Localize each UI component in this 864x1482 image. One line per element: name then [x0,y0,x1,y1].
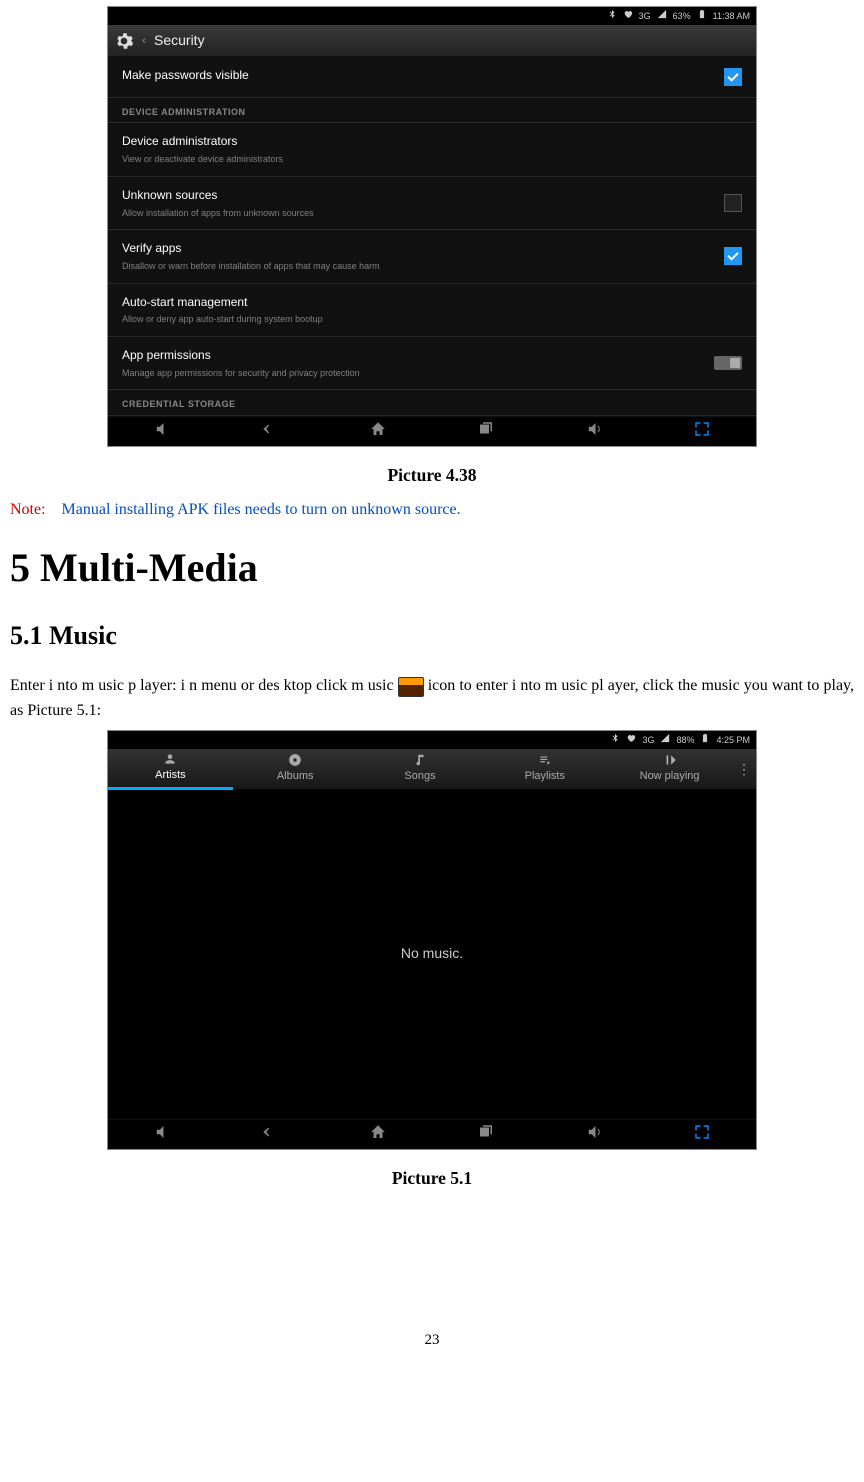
tab-artists[interactable]: Artists [108,748,233,790]
row-make-passwords-visible[interactable]: Make passwords visible [108,57,756,98]
paragraph-music-intro: Enter i nto m usic p layer: i n menu or … [10,674,854,724]
signal-icon [660,733,670,747]
battery-percent: 63% [673,10,691,23]
battery-icon [700,733,710,747]
bluetooth-icon [607,9,617,23]
section-credential-storage: CREDENTIAL STORAGE [108,390,756,416]
volume-down-icon[interactable] [143,416,181,447]
tab-songs[interactable]: Songs [358,749,483,788]
screenshot-music: 3G 88% 4:25 PM Artists Albums Songs [107,730,757,1150]
section-device-admin: DEVICE ADMINISTRATION [108,98,756,124]
volume-up-icon[interactable] [575,416,613,447]
row-label: Unknown sources [122,187,314,204]
row-subtitle: Allow or deny app auto-start during syst… [122,313,323,326]
home-icon[interactable] [359,416,397,447]
nav-bar [108,1119,756,1149]
network-type: 3G [639,10,651,23]
music-tabs: Artists Albums Songs Playlists Now playi… [108,749,756,789]
overflow-menu-icon[interactable]: ⋮ [732,763,756,775]
list-icon [538,753,552,767]
tab-albums[interactable]: Albums [233,749,358,788]
note-icon [413,753,427,767]
network-type: 3G [642,734,654,747]
checkbox-off-icon[interactable] [724,194,742,212]
toggle-switch[interactable] [714,356,742,370]
gear-icon[interactable] [114,31,134,51]
page-title: Security [154,31,205,51]
status-bar: 3G 63% 11:38 AM [108,7,756,25]
screenshot-icon[interactable] [683,416,721,447]
row-label: Auto-start management [122,294,323,311]
row-label: Verify apps [122,240,380,257]
tab-label: Songs [404,769,435,784]
music-empty-body: No music. [108,789,756,1119]
row-auto-start[interactable]: Auto-start management Allow or deny app … [108,284,756,337]
tab-label: Artists [155,768,186,783]
note-line: Note: Manual installing APK files needs … [10,499,854,521]
row-label: Device administrators [122,133,283,150]
para-text-a: Enter i nto m usic p layer: i n menu or … [10,677,398,694]
person-icon [163,752,177,766]
page-number: 23 [10,1330,854,1351]
volume-down-icon[interactable] [143,1119,181,1150]
heart-icon [623,9,633,23]
signal-icon [657,9,667,23]
tab-label: Albums [277,769,314,784]
disc-icon [288,753,302,767]
heart-icon [626,733,636,747]
bluetooth-icon [610,733,620,747]
row-label: App permissions [122,347,360,364]
home-icon[interactable] [359,1119,397,1150]
row-subtitle: Allow installation of apps from unknown … [122,207,314,220]
title-bar: ‹ Security [108,25,756,57]
row-app-permissions[interactable]: App permissions Manage app permissions f… [108,337,756,390]
heading-section-5-1: 5.1 Music [10,618,854,654]
row-subtitle: Manage app permissions for security and … [122,367,360,380]
play-icon [663,753,677,767]
row-subtitle: Disallow or warn before installation of … [122,260,380,273]
music-app-icon [398,677,424,697]
screenshot-security: 3G 63% 11:38 AM ‹ Security Make password… [107,6,757,447]
back-icon[interactable] [251,1119,289,1150]
volume-up-icon[interactable] [575,1119,613,1150]
battery-icon [697,9,707,23]
back-icon[interactable] [251,416,289,447]
note-label: Note: [10,501,46,518]
status-bar: 3G 88% 4:25 PM [108,731,756,749]
row-subtitle: View or deactivate device administrators [122,153,283,166]
row-unknown-sources[interactable]: Unknown sources Allow installation of ap… [108,177,756,230]
battery-percent: 88% [676,734,694,747]
row-verify-apps[interactable]: Verify apps Disallow or warn before inst… [108,230,756,283]
caption-4-38: Picture 4.38 [10,463,854,488]
recents-icon[interactable] [467,1119,505,1150]
recents-icon[interactable] [467,416,505,447]
checkbox-on-icon[interactable] [724,68,742,86]
chevron-left-icon[interactable]: ‹ [142,32,146,49]
no-music-text: No music. [401,944,463,964]
screenshot-icon[interactable] [683,1119,721,1150]
tab-label: Now playing [640,769,700,784]
heading-chapter-5: 5 Multi-Media [10,540,854,596]
caption-5-1: Picture 5.1 [10,1166,854,1191]
settings-list: Make passwords visible DEVICE ADMINISTRA… [108,57,756,416]
row-label: Make passwords visible [122,67,249,84]
tab-playlists[interactable]: Playlists [482,749,607,788]
clock: 4:25 PM [716,734,750,747]
row-device-administrators[interactable]: Device administrators View or deactivate… [108,123,756,176]
checkbox-on-icon[interactable] [724,247,742,265]
nav-bar [108,416,756,446]
note-body: Manual installing APK files needs to tur… [62,501,461,518]
tab-label: Playlists [525,769,565,784]
tab-now-playing[interactable]: Now playing [607,749,732,788]
clock: 11:38 AM [713,10,750,23]
